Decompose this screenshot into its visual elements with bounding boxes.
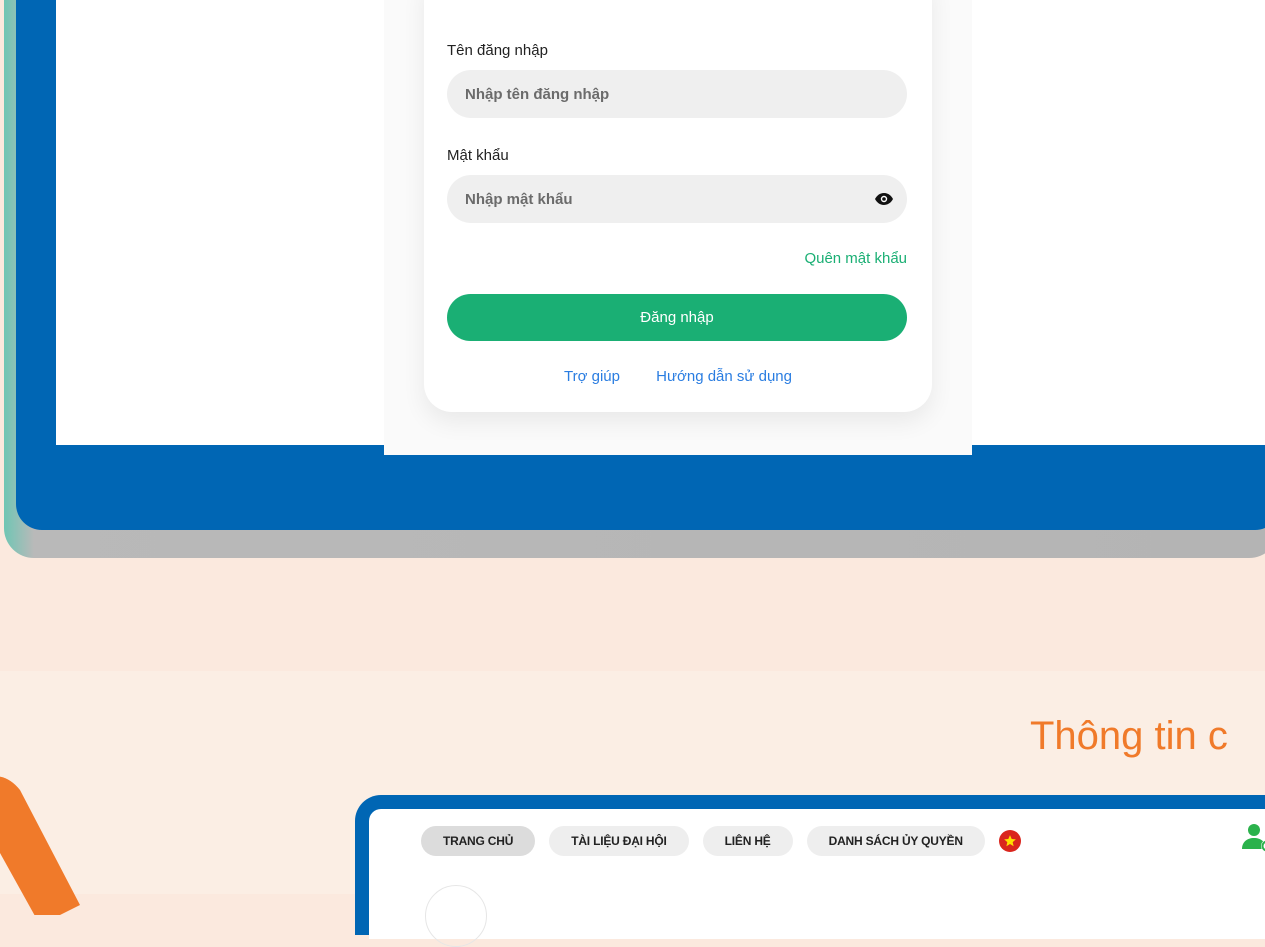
avatar-placeholder	[425, 885, 487, 947]
username-field-wrapper	[447, 70, 907, 118]
laptop-screen-2: TRANG CHỦ TÀI LIỆU ĐẠI HỘI LIÊN HỆ DANH …	[369, 809, 1265, 939]
eye-icon-glyph	[875, 193, 893, 205]
eye-icon[interactable]	[875, 191, 893, 207]
user-guide-link[interactable]: Hướng dẫn sử dụng	[656, 368, 792, 385]
laptop-frame-2: TRANG CHỦ TÀI LIỆU ĐẠI HỘI LIÊN HỆ DANH …	[355, 795, 1265, 935]
help-links: Trợ giúp Hướng dẫn sử dụng	[424, 368, 932, 385]
password-label: Mật khẩu	[447, 147, 509, 164]
forgot-password-link[interactable]: Quên mật khẩu	[804, 250, 907, 267]
help-link[interactable]: Trợ giúp	[564, 368, 620, 385]
orange-arrow-decoration	[0, 775, 90, 915]
username-label: Tên đăng nhập	[447, 42, 548, 59]
username-input[interactable]	[447, 70, 907, 118]
user-settings-icon[interactable]	[1240, 821, 1265, 855]
top-nav: TRANG CHỦ TÀI LIỆU ĐẠI HỘI LIÊN HỆ DANH …	[421, 826, 1021, 856]
user-settings-icon-glyph	[1240, 821, 1265, 855]
password-input[interactable]	[447, 175, 907, 223]
password-field-wrapper	[447, 175, 907, 223]
login-card: Tên đăng nhập Mật khẩu Quên mật khẩu Đăn…	[424, 0, 932, 412]
nav-congress-documents[interactable]: TÀI LIỆU ĐẠI HỘI	[549, 826, 688, 856]
login-button[interactable]: Đăng nhập	[447, 294, 907, 341]
nav-contact[interactable]: LIÊN HỆ	[703, 826, 793, 856]
star-icon	[1003, 834, 1017, 848]
section-title: Thông tin c	[1030, 714, 1228, 759]
nav-home[interactable]: TRANG CHỦ	[421, 826, 535, 856]
nav-proxy-list[interactable]: DANH SÁCH ỦY QUYỀN	[807, 826, 985, 856]
vietnam-flag-icon[interactable]	[999, 830, 1021, 852]
